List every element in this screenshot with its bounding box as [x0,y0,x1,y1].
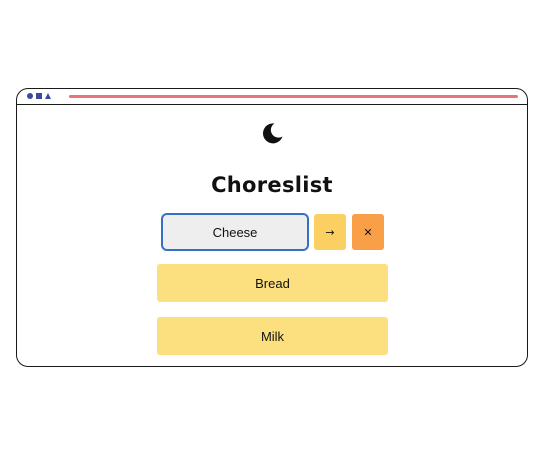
square-icon[interactable] [36,93,42,99]
browser-window: Choreslist → ✕ Bread Milk [16,88,528,367]
chore-input[interactable] [161,213,309,251]
list-item-label: Milk [260,328,285,344]
clear-button[interactable]: ✕ [352,214,384,250]
page-title: Choreslist [211,173,333,197]
list-item[interactable]: Bread [157,264,388,302]
list-item[interactable]: Milk [157,317,388,355]
close-icon: ✕ [363,225,373,239]
circle-icon[interactable] [27,93,33,99]
add-button[interactable]: → [314,214,346,250]
browser-titlebar [17,89,527,105]
address-bar[interactable] [69,95,518,98]
moon-icon[interactable] [261,121,285,145]
arrow-right-icon: → [325,225,335,239]
window-controls [27,93,51,99]
triangle-icon[interactable] [45,93,51,99]
list-item-label: Bread [255,275,290,291]
